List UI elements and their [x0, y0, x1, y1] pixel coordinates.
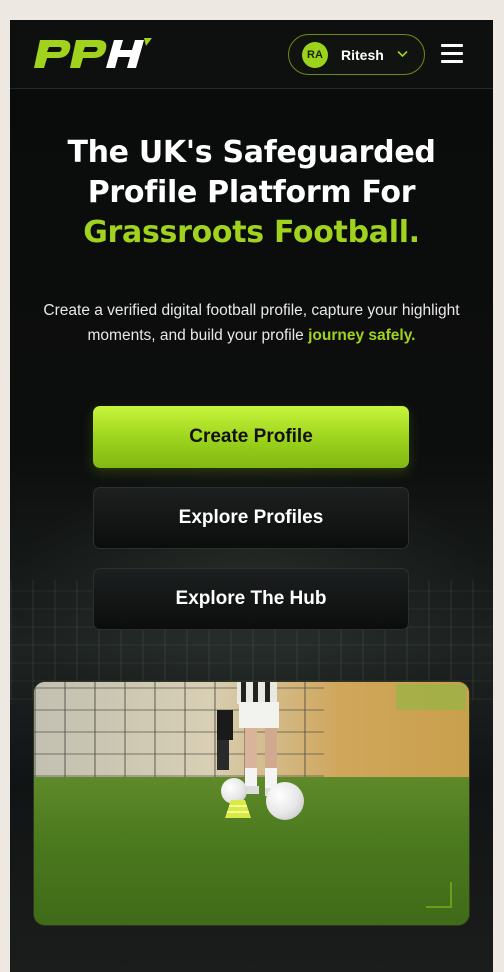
user-name: Ritesh	[341, 46, 384, 63]
hero-title-line1: The UK's Safeguarded	[67, 135, 436, 170]
chevron-down-icon	[397, 50, 408, 58]
hamburger-icon[interactable]	[441, 44, 463, 64]
hero-title-accent: Grassroots Football.	[83, 215, 420, 250]
image-banner	[396, 684, 466, 710]
app-frame: RA Ritesh The UK's Safeguarded Profile P…	[10, 20, 493, 972]
user-avatar: RA	[302, 41, 328, 68]
training-cone	[225, 800, 251, 818]
hero-subtitle-accent: journey safely.	[308, 327, 416, 344]
image-corner-mark	[426, 882, 452, 908]
user-menu-button[interactable]: RA Ritesh	[288, 34, 425, 75]
hero-subtitle: Create a verified digital football profi…	[38, 298, 465, 348]
football-large	[266, 782, 304, 820]
create-profile-button[interactable]: Create Profile	[93, 406, 409, 468]
explore-hub-button[interactable]: Explore The Hub	[93, 568, 409, 630]
hero-title-line2: Profile Platform For	[87, 175, 416, 210]
hero-title: The UK's Safeguarded Profile Platform Fo…	[10, 133, 493, 253]
football-training-image	[33, 681, 470, 926]
pph-logo[interactable]	[32, 36, 158, 72]
top-navbar: RA Ritesh	[10, 20, 493, 89]
explore-profiles-button[interactable]: Explore Profiles	[93, 487, 409, 549]
